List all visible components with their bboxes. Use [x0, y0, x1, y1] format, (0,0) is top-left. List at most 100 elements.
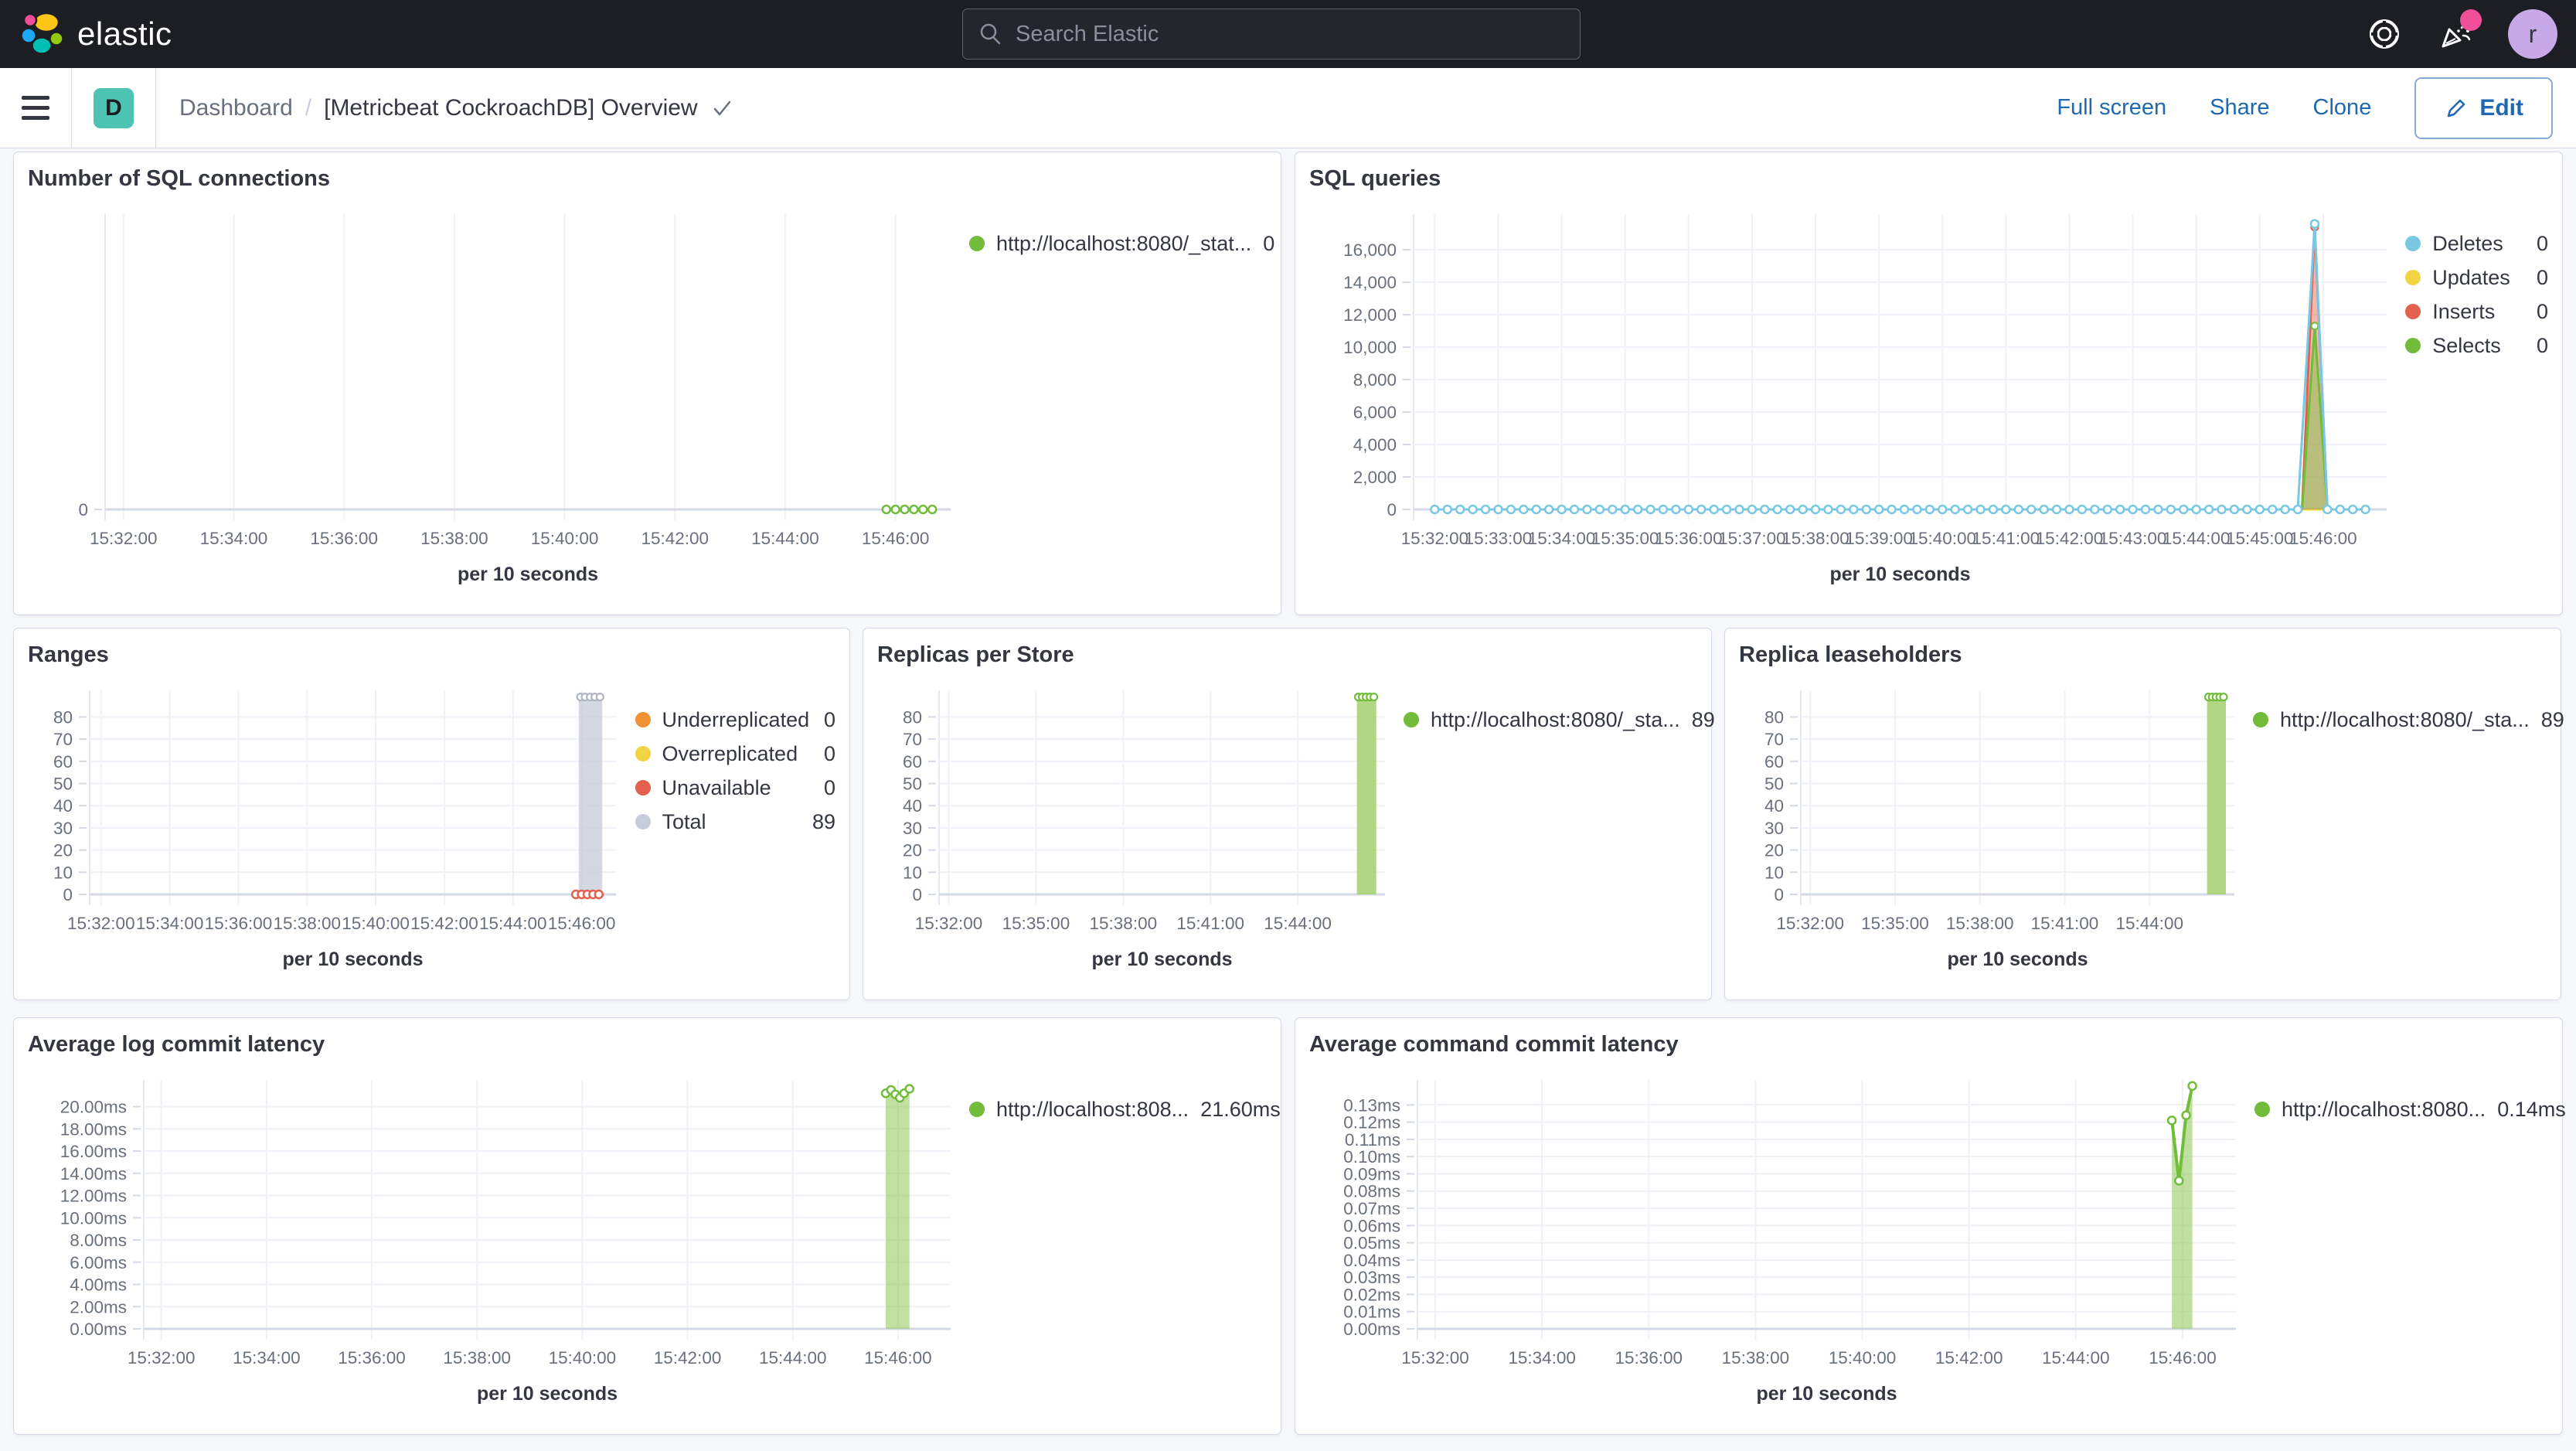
- legend-item[interactable]: Total 89: [635, 805, 835, 839]
- menu-cell[interactable]: [0, 68, 72, 148]
- breadcrumb-separator: /: [305, 94, 312, 121]
- svg-text:0.05ms: 0.05ms: [1343, 1234, 1400, 1253]
- legend-series-label: Updates: [2432, 265, 2510, 289]
- chart-avg-command-commit-latency[interactable]: 15:32:00 15:34:00 15:36:00 15:38:00 15:40:00…: [1309, 1066, 2254, 1422]
- legend-series-value: 0: [2536, 333, 2548, 357]
- panel-title[interactable]: Average command commit latency: [1309, 1032, 2548, 1058]
- svg-text:15:38:00: 15:38:00: [443, 1348, 511, 1368]
- svg-text:15:38:00: 15:38:00: [420, 529, 488, 548]
- svg-text:10: 10: [903, 863, 922, 882]
- global-search[interactable]: [962, 9, 1581, 60]
- svg-text:15:34:00: 15:34:00: [200, 529, 268, 548]
- svg-text:15:41:00: 15:41:00: [1176, 914, 1244, 933]
- svg-text:15:32:00: 15:32:00: [915, 914, 983, 933]
- breadcrumb-dashboard-link[interactable]: Dashboard: [179, 95, 293, 121]
- legend-series-label: http://localhost:8080/_stat...: [996, 231, 1252, 255]
- legend-item[interactable]: http://localhost:8080... 0.14ms: [2254, 1092, 2566, 1126]
- search-input[interactable]: [1016, 21, 1564, 47]
- panel-title[interactable]: Number of SQL connections: [28, 166, 1267, 192]
- newsfeed-button[interactable]: [2437, 9, 2482, 53]
- legend-series-dot: [635, 712, 651, 727]
- legend-series-dot: [2253, 712, 2268, 727]
- legend-series-label: http://localhost:8080...: [2282, 1097, 2486, 1121]
- legend-replica-leaseholders: http://localhost:8080/_sta... 89: [2253, 676, 2564, 987]
- svg-text:15:39:00: 15:39:00: [1845, 529, 1913, 548]
- svg-text:0.07ms: 0.07ms: [1343, 1199, 1400, 1218]
- legend-series-value: 0: [2536, 231, 2548, 255]
- svg-text:15:40:00: 15:40:00: [1908, 529, 1976, 548]
- elastic-logo[interactable]: elastic: [20, 12, 172, 56]
- svg-text:15:34:00: 15:34:00: [136, 914, 204, 933]
- legend-avg-log-commit-latency: http://localhost:808... 21.60ms: [969, 1066, 1281, 1422]
- panel-row-3: Average log commit latency 15:32:00 15:34:…: [13, 1017, 2566, 1435]
- panel-title[interactable]: Replica leaseholders: [1739, 642, 2547, 669]
- checkmark-icon[interactable]: [710, 97, 733, 120]
- help-button[interactable]: [2366, 15, 2403, 53]
- svg-text:15:44:00: 15:44:00: [751, 529, 819, 548]
- svg-text:15:42:00: 15:42:00: [654, 1348, 722, 1368]
- svg-text:70: 70: [903, 730, 922, 749]
- legend-item[interactable]: Deletes 0: [2405, 227, 2548, 261]
- hamburger-menu-icon[interactable]: [22, 96, 49, 120]
- panel-title[interactable]: Ranges: [28, 642, 835, 669]
- chart-replicas-per-store[interactable]: 15:32:00 15:35:00 15:38:00 15:41:00 15:44:00…: [877, 676, 1404, 987]
- svg-text:0.13ms: 0.13ms: [1343, 1095, 1400, 1115]
- clone-button[interactable]: Clone: [2313, 95, 2372, 121]
- legend-item[interactable]: http://localhost:8080/_sta... 89: [1404, 703, 1715, 737]
- legend-series-value: 0: [2536, 265, 2548, 289]
- svg-text:4.00ms: 4.00ms: [70, 1276, 127, 1295]
- chart-ranges[interactable]: 15:32:00 15:34:00 15:36:00 15:38:00 15:40:00…: [28, 676, 635, 987]
- legend-item[interactable]: http://localhost:808... 21.60ms: [969, 1092, 1281, 1126]
- svg-text:14,000: 14,000: [1343, 273, 1397, 292]
- legend-series-value: 0: [1263, 231, 1275, 255]
- svg-text:12.00ms: 12.00ms: [60, 1187, 127, 1206]
- dashboard-grid: Number of SQL connections 15:32:00 15:34:0…: [0, 148, 2576, 1435]
- svg-text:2.00ms: 2.00ms: [70, 1297, 127, 1316]
- elastic-logo-icon: [20, 12, 64, 55]
- legend-series-dot: [2254, 1102, 2270, 1117]
- svg-text:50: 50: [903, 775, 922, 794]
- chart-sql-connections[interactable]: 15:32:00 15:34:00 15:36:00 15:38:00 15:40:00…: [28, 200, 969, 602]
- chart-avg-log-commit-latency[interactable]: 15:32:00 15:34:00 15:36:00 15:38:00 15:40:00…: [28, 1066, 969, 1422]
- panel-title[interactable]: Replicas per Store: [877, 642, 1697, 669]
- legend-item[interactable]: Unavailable 0: [635, 771, 835, 805]
- svg-text:15:40:00: 15:40:00: [531, 529, 599, 548]
- legend-series-dot: [2405, 236, 2421, 251]
- panel-ranges: Ranges 15:32:00 15:34:00 15:36:00 15:38:00 15…: [13, 628, 850, 1000]
- legend-sql-connections: http://localhost:8080/_stat... 0: [969, 200, 1274, 602]
- svg-text:0.02ms: 0.02ms: [1343, 1285, 1400, 1304]
- legend-series-value: 21.60ms: [1200, 1097, 1281, 1121]
- svg-text:15:36:00: 15:36:00: [338, 1348, 406, 1368]
- pencil-icon: [2448, 99, 2465, 117]
- legend-series-value: 0: [2536, 299, 2548, 323]
- share-button[interactable]: Share: [2210, 95, 2269, 121]
- app-badge-cell: D: [72, 68, 156, 148]
- legend-item[interactable]: Updates 0: [2405, 261, 2548, 295]
- legend-item[interactable]: Inserts 0: [2405, 295, 2548, 329]
- notification-badge: [2460, 9, 2482, 31]
- legend-sql-queries: Deletes 0 Updates 0 Inserts 0 Selects 0: [2405, 200, 2548, 602]
- legend-item[interactable]: http://localhost:8080/_sta... 89: [2253, 703, 2564, 737]
- user-avatar[interactable]: r: [2508, 9, 2557, 59]
- panel-title[interactable]: Average log commit latency: [28, 1032, 1267, 1058]
- full-screen-button[interactable]: Full screen: [2057, 95, 2166, 121]
- panel-title[interactable]: SQL queries: [1309, 166, 2548, 192]
- legend-series-label: Overreplicated: [662, 741, 798, 765]
- chart-replica-leaseholders[interactable]: 15:32:00 15:35:00 15:38:00 15:41:00 15:44:00…: [1739, 676, 2253, 987]
- legend-item[interactable]: http://localhost:8080/_stat... 0: [969, 227, 1274, 261]
- legend-series-dot: [2405, 338, 2421, 353]
- legend-item[interactable]: Underreplicated 0: [635, 703, 835, 737]
- legend-series-value: 0: [823, 707, 835, 731]
- legend-item[interactable]: Overreplicated 0: [635, 737, 835, 771]
- svg-text:15:42:00: 15:42:00: [2036, 529, 2104, 548]
- svg-text:per 10 seconds: per 10 seconds: [1756, 1383, 1897, 1405]
- edit-button[interactable]: Edit: [2414, 77, 2553, 139]
- svg-text:15:38:00: 15:38:00: [1090, 914, 1158, 933]
- svg-text:15:40:00: 15:40:00: [549, 1348, 617, 1368]
- svg-text:14.00ms: 14.00ms: [60, 1164, 127, 1184]
- page-title[interactable]: [Metricbeat CockroachDB] Overview: [324, 95, 698, 121]
- svg-text:15:44:00: 15:44:00: [479, 914, 547, 933]
- legend-item[interactable]: Selects 0: [2405, 329, 2548, 363]
- chart-sql-queries[interactable]: 15:32:0015:33:0015:34:0015:35:0015:36:00…: [1309, 200, 2405, 602]
- legend-series-label: Total: [662, 809, 706, 833]
